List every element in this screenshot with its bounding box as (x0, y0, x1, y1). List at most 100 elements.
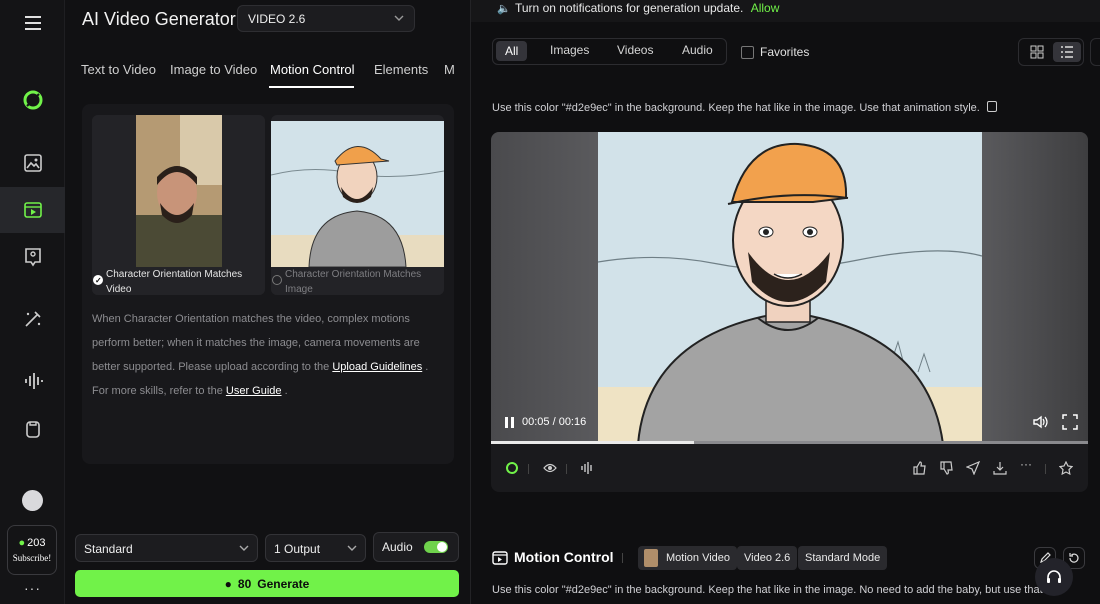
playback-controls: 00:05 / 00:16 (505, 416, 586, 428)
app-root: ● 203 Subscribe! ··· AI Video Generator V… (0, 0, 1100, 604)
chip-mode[interactable]: Standard Mode (798, 546, 888, 570)
chip-motion-video[interactable]: Motion Video (638, 546, 738, 570)
generator-panel: AI Video Generator VIDEO 2.6 Text to Vid… (65, 0, 471, 604)
credits-widget[interactable]: ● 203 Subscribe! (7, 525, 57, 575)
nav-edit[interactable] (0, 296, 65, 342)
reference-card: Character Orientation Matches Video Char… (82, 104, 454, 464)
generate-label: Generate (257, 576, 310, 591)
filter-videos[interactable]: Videos (617, 43, 653, 57)
radio-image[interactable] (272, 275, 282, 285)
image-icon (23, 154, 42, 172)
waveform-icon (24, 373, 43, 389)
magic-edit-icon (24, 311, 41, 327)
fullscreen-icon[interactable] (1062, 414, 1078, 430)
tab-motion-control[interactable]: Motion Control (270, 62, 355, 77)
notification-bar: 🔈 Turn on notifications for generation u… (471, 0, 1100, 22)
generate-button[interactable]: ● 80 Generate (75, 570, 459, 597)
tab-image-to-video[interactable]: Image to Video (170, 62, 257, 77)
volume-icon[interactable] (1032, 414, 1048, 430)
progress-fill (491, 441, 694, 444)
favorites-filter[interactable]: Favorites (741, 45, 809, 59)
shirt-icon (25, 421, 40, 438)
thumbs-up-icon[interactable] (912, 461, 926, 475)
model-value: VIDEO 2.6 (248, 12, 306, 26)
video-player: 00:05 / 00:16 ··· (491, 132, 1088, 492)
audio-toggle-box[interactable]: Audio (373, 532, 459, 562)
credit-count: ● 203 (18, 537, 46, 549)
avatar-tool-icon (24, 248, 41, 267)
player-right-controls (1032, 414, 1078, 430)
pause-icon[interactable] (505, 416, 514, 428)
item2-title: Motion Control (514, 549, 614, 565)
download-icon[interactable] (993, 461, 1007, 475)
list-icon (1061, 46, 1073, 58)
menu-button[interactable] (0, 0, 65, 46)
item2-header: Motion Control Motion Video Video 2.6 St… (492, 546, 1092, 570)
refresh-icon (1069, 553, 1079, 563)
motion-video-thumb (644, 549, 658, 567)
filter-images[interactable]: Images (550, 43, 589, 57)
progress-bar[interactable] (491, 441, 1088, 444)
quality-select[interactable]: Standard (75, 534, 258, 562)
filter-all[interactable]: All (496, 41, 528, 61)
grid-view-button[interactable] (1023, 42, 1051, 62)
support-button[interactable] (1035, 558, 1073, 596)
mode-tabs: Text to Video Image to Video Motion Cont… (65, 60, 471, 90)
list-view-button[interactable] (1053, 42, 1081, 62)
nav-templates[interactable] (0, 406, 65, 452)
item2-prompt: Use this color "#d2e9ec" in the backgrou… (492, 584, 1043, 596)
reference-video-option[interactable]: Character Orientation Matches Video (92, 115, 265, 295)
more-options-icon[interactable]: ··· (1020, 457, 1034, 471)
nav-video[interactable] (0, 187, 65, 233)
tab-elements[interactable]: Elements (374, 62, 428, 77)
audio-wave-icon[interactable] (580, 461, 594, 475)
tab-text-to-video[interactable]: Text to Video (81, 62, 156, 77)
chevron-down-icon (347, 545, 357, 551)
nav-avatar[interactable] (0, 234, 65, 280)
user-avatar[interactable] (22, 490, 43, 511)
model-select[interactable]: VIDEO 2.6 (237, 5, 415, 32)
user-guide-link[interactable]: User Guide (226, 385, 282, 397)
view-switcher (1018, 38, 1084, 66)
credit-drop-icon: ● (224, 576, 232, 591)
nav-rail: ● 203 Subscribe! ··· (0, 0, 65, 604)
results-panel: 🔈 Turn on notifications for generation u… (471, 0, 1100, 604)
reference-image-option[interactable]: Character Orientation Matches Image (271, 115, 444, 295)
radio-video-selected[interactable] (93, 273, 103, 288)
upload-guidelines-link[interactable]: Upload Guidelines (332, 361, 422, 373)
generate-cost: 80 (237, 576, 252, 591)
eye-icon[interactable] (543, 461, 557, 475)
reference-video-thumbnail (92, 115, 265, 267)
favorites-checkbox[interactable] (741, 45, 754, 59)
orientation-help-text: When Character Orientation matches the v… (92, 313, 429, 397)
item-prompt: Use this color "#d2e9ec" in the backgrou… (492, 101, 997, 114)
subscribe-link[interactable]: Subscribe! (13, 553, 52, 563)
headset-icon (1047, 570, 1061, 583)
output-count-select[interactable]: 1 Output (265, 534, 366, 562)
thumbs-down-icon[interactable] (939, 461, 953, 475)
credit-drop-icon: ● (18, 537, 26, 549)
media-filter: All Images Videos Audio (492, 38, 727, 65)
star-icon[interactable] (1059, 461, 1073, 475)
chip-model[interactable]: Video 2.6 (737, 546, 798, 570)
share-icon[interactable] (966, 461, 980, 475)
panel-edge-button[interactable] (1090, 38, 1100, 66)
tab-more[interactable]: M (444, 62, 455, 77)
grid-icon (1030, 45, 1044, 59)
item-actions: ··· (491, 454, 1088, 482)
filter-audio[interactable]: Audio (682, 43, 713, 57)
nav-audio[interactable] (0, 358, 65, 404)
logo-icon (23, 90, 42, 110)
video-icon (492, 551, 508, 565)
video-surface[interactable]: 00:05 / 00:16 (491, 132, 1088, 444)
generation-settings: Standard 1 Output Audio (75, 532, 460, 562)
copy-icon[interactable] (986, 101, 997, 112)
generated-frame (598, 132, 982, 444)
video-icon (23, 202, 42, 218)
audio-toggle[interactable] (424, 541, 448, 553)
nav-image[interactable] (0, 140, 65, 186)
home-button[interactable] (0, 77, 65, 123)
page-title: AI Video Generator (82, 9, 236, 29)
more-menu[interactable]: ··· (0, 580, 65, 596)
allow-notifications-link[interactable]: Allow (751, 1, 780, 15)
